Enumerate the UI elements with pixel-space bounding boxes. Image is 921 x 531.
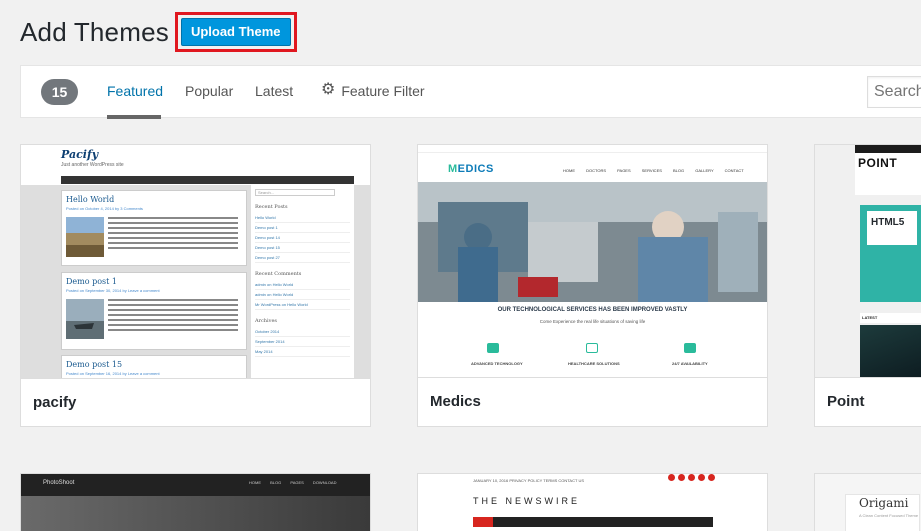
page-header: Add Themes Upload Theme (20, 12, 297, 52)
theme-name: Point (815, 377, 921, 426)
theme-card-newswire[interactable]: JANUARY 10, 2016 PRIVACY POLICY TERMS CO… (417, 473, 768, 531)
preview-site-title: Pacify (61, 148, 99, 161)
theme-screenshot: Pacify Just another WordPress site Hello… (21, 145, 370, 378)
preview-post: Demo post 1 Posted on September 30, 2014… (61, 272, 247, 350)
theme-card-medics[interactable]: MEDICS HOME DOCTORS PAGES SERVICES BLOG … (417, 144, 768, 427)
feature-filter-label: Feature Filter (341, 83, 425, 99)
tab-latest[interactable]: Latest (255, 83, 293, 119)
preview-nav: HOME DOCTORS PAGES SERVICES BLOG GALLERY… (563, 168, 744, 173)
search-themes-input[interactable] (867, 76, 921, 108)
post-thumbnail (66, 217, 104, 257)
preview-headline: OUR TECHNOLOGICAL SERVICES HAS BEEN IMPR… (497, 307, 688, 313)
theme-screenshot: MEDICS HOME DOCTORS PAGES SERVICES BLOG … (418, 145, 767, 378)
preview-subline: Come Experience the real life situations… (539, 319, 646, 324)
tab-popular[interactable]: Popular (185, 83, 233, 119)
preview-tagline: Just another WordPress site (61, 162, 124, 168)
preview-site-title: THE NEWSWIRE (473, 496, 580, 506)
preview-post: Hello World Posted on October 4, 2014 by… (61, 190, 247, 266)
preview-logo: POINT (858, 156, 898, 170)
stethoscope-icon (586, 343, 598, 353)
theme-card-pacify[interactable]: Pacify Just another WordPress site Hello… (20, 144, 371, 427)
theme-filter-bar: 15 Featured Popular Latest ⚙ Feature Fil… (20, 65, 921, 119)
theme-card-point[interactable]: POINT HTML5 LATEST Point (814, 144, 921, 427)
gear-icon: ⚙ (321, 81, 336, 98)
social-icons (668, 474, 718, 481)
page-title: Add Themes (20, 16, 169, 47)
post-thumbnail (66, 299, 104, 339)
ambulance-icon (684, 343, 696, 353)
theme-card-origami[interactable]: Origami A Clean Content Focused Theme (814, 473, 921, 531)
preview-site-title: PhotoShoot (43, 480, 75, 486)
upload-theme-button[interactable]: Upload Theme (180, 18, 291, 46)
theme-card-photoshoot[interactable]: PhotoShoot HOME BLOG PAGES DOWNLOAD (20, 473, 371, 531)
preview-logo: MEDICS (448, 163, 494, 175)
preview-sidebar: Search... Recent Posts Hello World Demo … (251, 185, 354, 378)
tab-featured[interactable]: Featured (107, 83, 163, 119)
camera-icon (487, 343, 499, 353)
upload-theme-highlight: Upload Theme (174, 12, 297, 52)
preview-hero-photo (418, 182, 767, 302)
preview-nav: HOME BLOG PAGES DOWNLOAD (249, 480, 337, 485)
theme-screenshot: POINT HTML5 LATEST (815, 145, 921, 378)
preview-post: Demo post 15 Posted on September 16, 201… (61, 355, 247, 378)
theme-name: pacify (21, 378, 370, 426)
preview-tagline: A Clean Content Focused Theme (859, 513, 919, 518)
preview-site-title: Origami (859, 496, 909, 510)
feature-filter-button[interactable]: ⚙ Feature Filter (321, 81, 425, 119)
theme-count-badge: 15 (41, 79, 78, 105)
theme-name: Medics (418, 377, 767, 426)
preview-topline: JANUARY 10, 2016 PRIVACY POLICY TERMS CO… (473, 478, 585, 483)
